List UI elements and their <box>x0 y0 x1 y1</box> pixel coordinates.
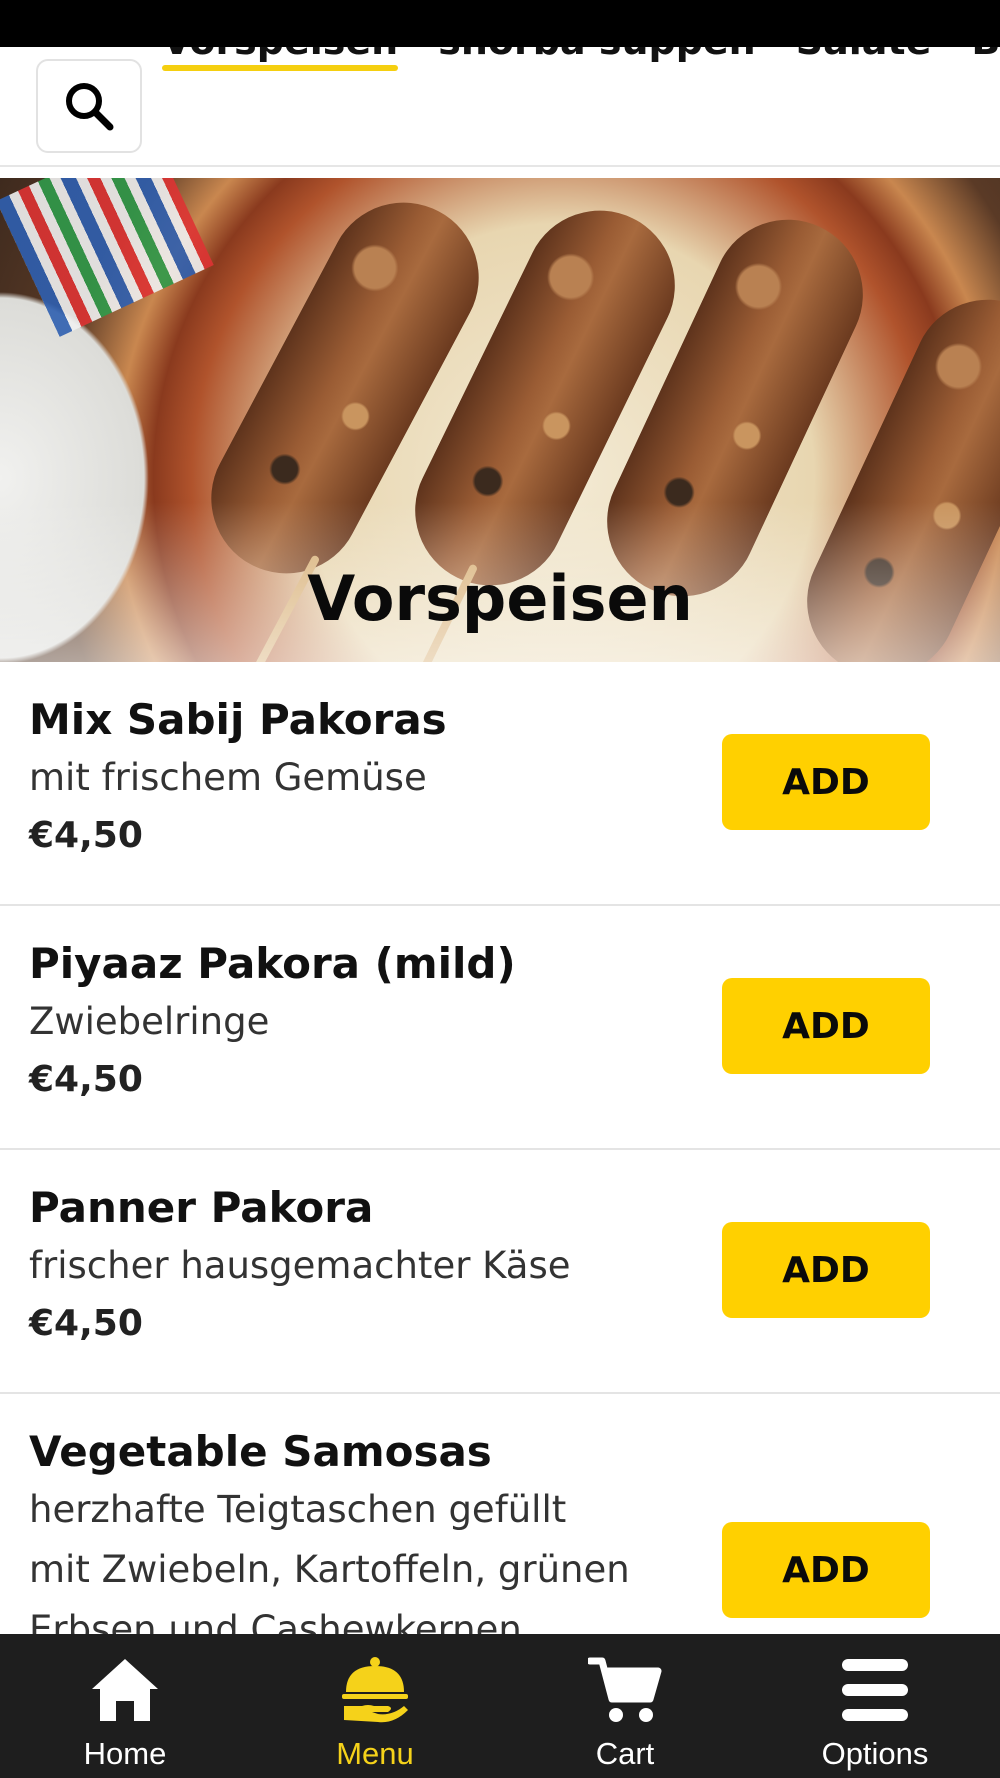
item-description: Zwiebelringe <box>29 1000 270 1043</box>
item-name: Panner Pakora <box>29 1183 374 1232</box>
tab-vorspeisen[interactable]: Vorspeisen <box>162 47 399 71</box>
hamburger-icon <box>842 1659 908 1721</box>
search-icon <box>66 83 114 131</box>
search-button[interactable] <box>36 59 142 153</box>
bottom-navigation: Home Menu Cart Options <box>0 1634 1000 1778</box>
menu-item-list: Mix Sabij Pakoras mit frischem Gemüse €4… <box>0 662 1000 1634</box>
item-price: €4,50 <box>29 1059 143 1100</box>
item-name: Piyaaz Pakora (mild) <box>29 939 516 988</box>
tab-salate[interactable]: Salate <box>796 47 932 71</box>
menu-item: Mix Sabij Pakoras mit frischem Gemüse €4… <box>0 662 1000 906</box>
nav-label: Cart <box>595 1736 655 1771</box>
item-name: Mix Sabij Pakoras <box>29 695 447 744</box>
item-description: mit frischem Gemüse <box>29 756 427 799</box>
item-description-line: herzhafte Teigtaschen gefüllt <box>29 1488 567 1531</box>
nav-label: Menu <box>336 1736 414 1771</box>
nav-label: Home <box>83 1736 167 1771</box>
category-title: Vorspeisen <box>307 562 693 635</box>
item-description: frischer hausgemachter Käse <box>29 1244 571 1287</box>
top-bar: Vorspeisen shorba suppen Salate Beil <box>0 47 1000 167</box>
home-icon <box>92 1659 158 1721</box>
item-description-line: mit Zwiebeln, Kartoffeln, grünen <box>29 1548 630 1591</box>
nav-label: Options <box>821 1736 929 1771</box>
menu-item: Piyaaz Pakora (mild) Zwiebelringe €4,50 … <box>0 906 1000 1150</box>
item-description-line: Erbsen und Cashewkernen <box>29 1608 522 1634</box>
item-price: €4,50 <box>29 815 143 856</box>
add-button[interactable]: ADD <box>722 1222 930 1318</box>
nav-home[interactable]: Home <box>0 1634 250 1778</box>
add-button[interactable]: ADD <box>722 1522 930 1618</box>
menu-item: Vegetable Samosas herzhafte Teigtaschen … <box>0 1394 1000 1634</box>
nav-menu[interactable]: Menu <box>250 1634 500 1778</box>
category-tabs: Vorspeisen shorba suppen Salate Beil <box>162 47 1000 71</box>
menu-item: Panner Pakora frischer hausgemachter Käs… <box>0 1150 1000 1394</box>
add-button[interactable]: ADD <box>722 734 930 830</box>
tab-shorba-suppen[interactable]: shorba suppen <box>438 47 756 71</box>
nav-options[interactable]: Options <box>750 1634 1000 1778</box>
item-price: €4,50 <box>29 1303 143 1344</box>
tab-beilagen[interactable]: Beil <box>971 47 1000 71</box>
category-hero-banner: Vorspeisen <box>0 178 1000 662</box>
item-name: Vegetable Samosas <box>29 1427 492 1476</box>
cloche-icon <box>342 1657 408 1723</box>
status-bar <box>0 0 1000 47</box>
cart-icon <box>588 1657 662 1722</box>
add-button[interactable]: ADD <box>722 978 930 1074</box>
nav-cart[interactable]: Cart <box>500 1634 750 1778</box>
